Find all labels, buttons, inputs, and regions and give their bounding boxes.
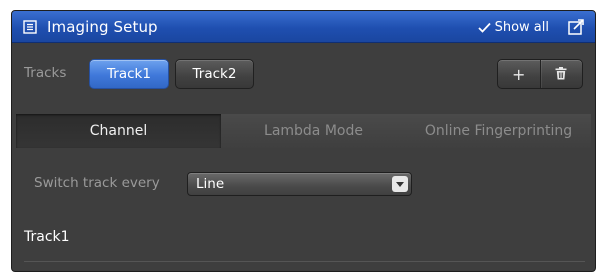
track1-button[interactable]: Track1 xyxy=(89,59,169,89)
panel-title: Imaging Setup xyxy=(47,17,158,36)
tab-channel[interactable]: Channel xyxy=(16,114,221,148)
delete-track-button[interactable] xyxy=(541,60,583,88)
section-divider xyxy=(24,261,585,262)
switch-track-select[interactable]: Line xyxy=(187,172,412,196)
checkmark-icon xyxy=(477,22,491,33)
tab-lambda-mode[interactable]: Lambda Mode xyxy=(221,114,406,148)
track2-button[interactable]: Track2 xyxy=(175,59,254,89)
show-all-toggle[interactable]: Show all xyxy=(477,11,549,43)
mode-tabs: Channel Lambda Mode Online Fingerprintin… xyxy=(16,114,591,148)
tracks-row: Tracks Track1 Track2 + xyxy=(12,55,595,93)
trash-icon xyxy=(555,65,567,84)
switch-track-row: Switch track every Line xyxy=(12,169,595,199)
add-track-button[interactable]: + xyxy=(498,60,540,88)
tab-online-fingerprinting[interactable]: Online Fingerprinting xyxy=(406,114,591,148)
imaging-setup-panel: Imaging Setup Show all Tracks Track1 Tra… xyxy=(11,10,596,272)
track-actions: + xyxy=(497,59,583,89)
switch-track-value: Line xyxy=(196,176,225,192)
show-all-label: Show all xyxy=(494,19,549,35)
switch-track-label: Switch track every xyxy=(34,175,160,191)
undock-icon[interactable] xyxy=(566,18,586,36)
section-title: Track1 xyxy=(24,229,70,245)
panel-icon xyxy=(22,19,38,35)
panel-titlebar[interactable]: Imaging Setup Show all xyxy=(12,11,595,43)
tracks-label: Tracks xyxy=(24,65,67,81)
chevron-down-icon[interactable] xyxy=(392,176,408,192)
